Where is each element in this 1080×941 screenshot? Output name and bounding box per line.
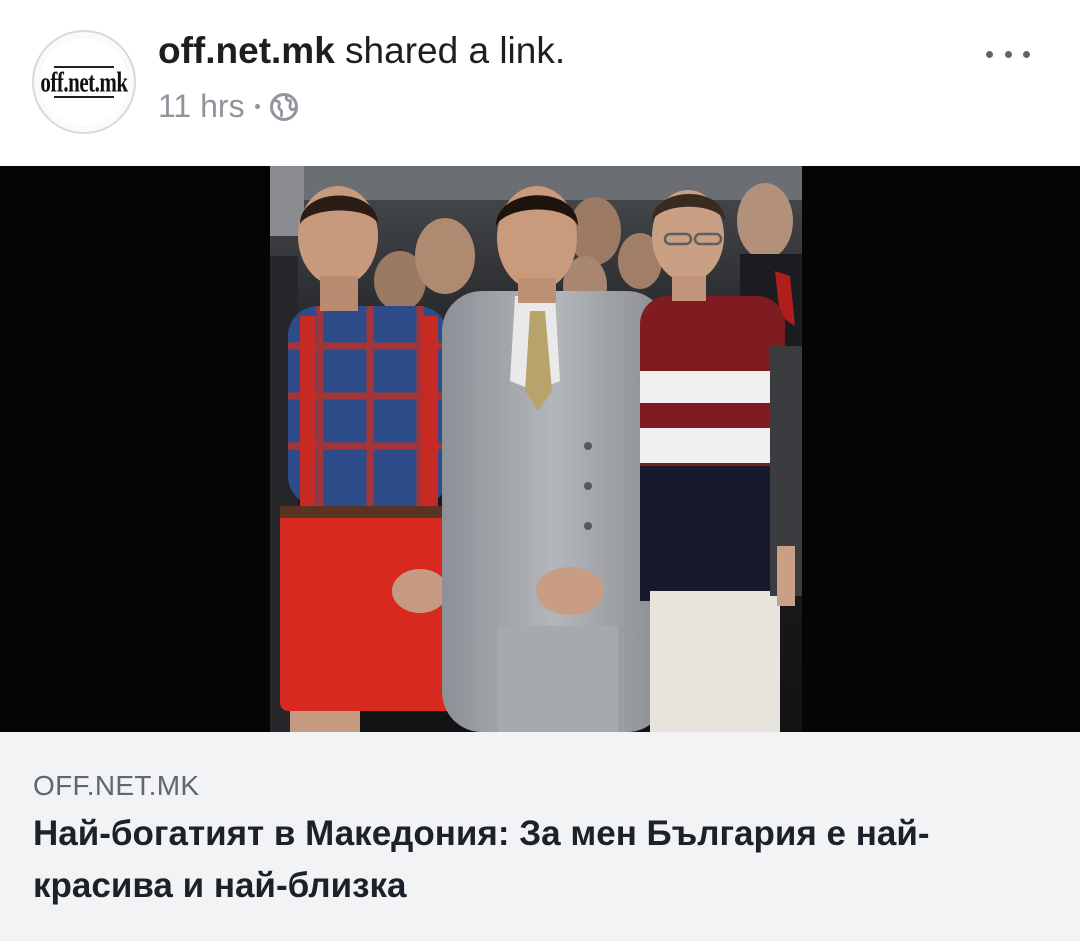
- feed-post: off.net.mk off.net.mk shared a link. 11 …: [0, 0, 1080, 941]
- post-header: off.net.mk off.net.mk shared a link. 11 …: [0, 0, 1080, 166]
- group-photo: [270, 166, 802, 732]
- post-meta: 11 hrs: [158, 88, 299, 125]
- globe-icon[interactable]: [269, 92, 299, 122]
- link-domain: OFF.NET.MK: [33, 770, 200, 801]
- avatar-rule-bottom: [54, 96, 114, 98]
- link-preview-card[interactable]: OFF.NET.MK Най-богатият в Македония: За …: [0, 732, 1080, 941]
- link-image[interactable]: [0, 166, 1080, 732]
- page-name-link[interactable]: off.net.mk: [158, 30, 335, 71]
- more-options-icon[interactable]: [986, 44, 1030, 64]
- more-dot: [1004, 50, 1012, 58]
- more-dot: [1023, 50, 1030, 58]
- avatar-logo: off.net.mk: [40, 38, 128, 126]
- page-avatar[interactable]: off.net.mk: [32, 30, 136, 134]
- avatar-logo-text: off.net.mk: [40, 65, 128, 98]
- meta-separator-dot: [254, 104, 260, 109]
- post-action-text: shared a link.: [334, 30, 566, 71]
- link-headline[interactable]: Най-богатият в Македония: За мен Българи…: [33, 808, 1043, 912]
- more-dot: [986, 50, 993, 58]
- post-title: off.net.mk shared a link.: [158, 30, 565, 72]
- post-timestamp[interactable]: 11 hrs: [158, 88, 245, 125]
